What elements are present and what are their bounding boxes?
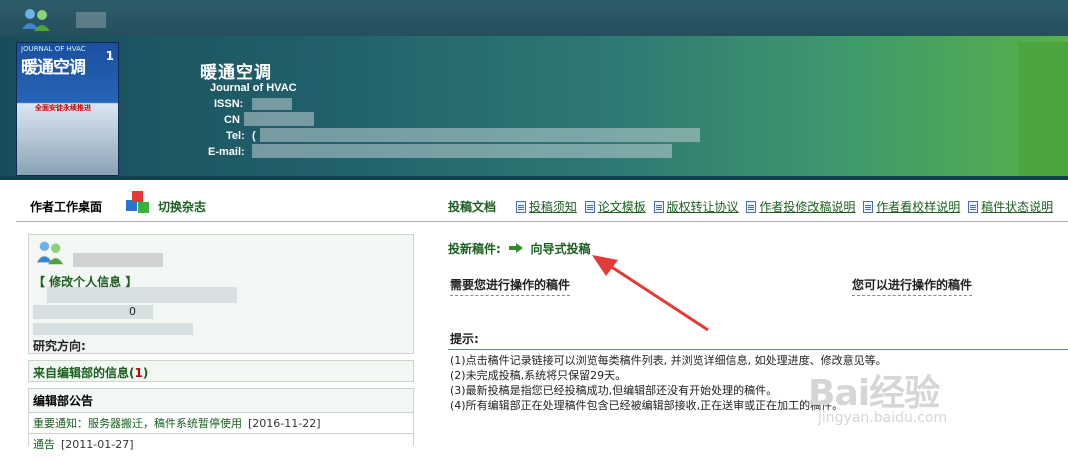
banner-divider: [0, 176, 1068, 180]
profile-digit: 0: [129, 305, 136, 318]
tips-list: (1)点击稿件记录链接可以浏览每类稿件列表, 并浏览详细信息, 如处理进度、修改…: [448, 350, 1068, 413]
author-name-blurred: [73, 253, 163, 267]
tip-item: (2)未完成投稿,系统将只保留29天。: [450, 369, 627, 382]
document-icon: [515, 201, 526, 213]
notices-box: 编辑部公告 重要通知：服务器搬迁，稿件系统暂停使用 [2016-11-22] 通告…: [28, 388, 414, 454]
document-icon: [968, 201, 979, 213]
cn-blurred: [244, 112, 314, 126]
banner-edge: [1018, 42, 1068, 180]
users-icon: [22, 9, 50, 31]
doc-link-copyright[interactable]: 版权转让协议: [667, 200, 739, 214]
issn-label: ISSN:: [214, 98, 244, 110]
new-submission-row: 投新稿件: 向导式投稿: [448, 240, 590, 257]
messages-label[interactable]: 来自编辑部的信息(: [33, 366, 135, 380]
notices-title: 编辑部公告: [33, 394, 94, 408]
notice-item[interactable]: 通告 [2011-01-27]: [29, 433, 413, 454]
doc-link-guidelines[interactable]: 投稿须知: [529, 200, 577, 214]
profile-line-blurred: [33, 323, 193, 335]
blocks-icon[interactable]: [124, 190, 154, 214]
tel-blurred: [260, 128, 700, 142]
tel-label: Tel:: [226, 130, 245, 142]
new-submission-label: 投新稿件:: [448, 242, 501, 256]
messages-box[interactable]: 来自编辑部的信息(1): [28, 360, 414, 382]
journal-cover-image: JOURNAL OF HVAC 暖通空调 1 全面安徒永续推进: [16, 42, 119, 176]
messages-title[interactable]: 来自编辑部的信息(1): [29, 361, 413, 384]
journal-name-cn: 暖通空调: [200, 63, 272, 83]
manuscripts-need-action-title: 需要您进行操作的稿件: [450, 276, 571, 296]
profile-panel: 【 修改个人信息 】 0 研究方向:: [28, 234, 414, 354]
doc-link-proof[interactable]: 作者看校样说明: [876, 200, 960, 214]
tip-item: (3)最新投稿是指您已经投稿成功,但编辑部还没有开始处理的稿件。: [450, 384, 778, 397]
document-icon: [584, 201, 595, 213]
document-icon: [746, 201, 757, 213]
notice-date: [2016-11-22]: [248, 417, 321, 430]
arrow-right-icon: [508, 243, 523, 253]
tel-prefix: (: [252, 130, 256, 142]
notice-date: [2011-01-27]: [61, 438, 134, 451]
submission-docs: 投稿文档 投稿须知 论文模板 版权转让协议 作者投修改稿说明 作者看校样说明 稿…: [448, 198, 1057, 215]
guided-submission-link[interactable]: 向导式投稿: [530, 242, 590, 256]
tip-item: (1)点击稿件记录链接可以浏览每类稿件列表, 并浏览详细信息, 如处理进度、修改…: [450, 354, 887, 367]
research-label: 研究方向:: [33, 339, 86, 353]
baidu-jingyan-watermark: Bai经验 jingyan.baidu.com: [808, 364, 947, 426]
notice-link[interactable]: 重要通知：服务器搬迁，稿件系统暂停使用: [33, 417, 242, 430]
cover-subtitle: JOURNAL OF HVAC: [21, 45, 86, 53]
document-icon: [863, 201, 874, 213]
tips-section: 提示: (1)点击稿件记录链接可以浏览每类稿件列表, 并浏览详细信息, 如处理进…: [448, 328, 1068, 413]
journal-info: 暖通空调: [200, 58, 272, 83]
author-toolbar: 作者工作桌面 切换杂志 投稿文档 投稿须知 论文模板 版权转让协议 作者投修改稿…: [16, 186, 1068, 222]
document-icon: [653, 201, 664, 213]
email-blurred: [252, 144, 672, 158]
doc-link-template[interactable]: 论文模板: [598, 200, 646, 214]
watermark-logo: Bai经验: [808, 373, 940, 414]
notice-link[interactable]: 通告: [33, 438, 55, 451]
cover-title: 暖通空调: [21, 58, 86, 78]
top-bar: [0, 0, 1068, 36]
manuscripts-can-act-title: 您可以进行操作的稿件: [852, 276, 973, 296]
users-icon: [36, 241, 64, 265]
journal-banner: [0, 36, 1068, 180]
email-label: E-mail:: [208, 146, 245, 158]
desk-title: 作者工作桌面: [30, 200, 103, 214]
username-blurred: [76, 12, 106, 28]
messages-close: ): [142, 366, 149, 380]
doc-link-revision[interactable]: 作者投修改稿说明: [759, 200, 855, 214]
watermark-site: jingyan.baidu.com: [818, 410, 948, 426]
cover-issue: 1: [105, 49, 114, 63]
switch-journal-link[interactable]: 切换杂志: [158, 198, 206, 215]
docs-label: 投稿文档: [448, 200, 497, 214]
messages-count[interactable]: 1: [135, 366, 143, 380]
cover-headline: 全面安徒永续推进: [35, 104, 91, 112]
journal-name-en: Journal of HVAC: [210, 82, 297, 94]
cn-label: CN: [224, 114, 240, 126]
tips-title: 提示:: [448, 328, 1068, 350]
profile-line-blurred: [47, 287, 237, 303]
notice-item[interactable]: 重要通知：服务器搬迁，稿件系统暂停使用 [2016-11-22]: [29, 412, 413, 433]
tip-item: (4)所有编辑部正在处理稿件包含已经被编辑部接收,正在送审或正在加工的稿件。: [450, 399, 844, 412]
doc-link-status[interactable]: 稿件状态说明: [981, 200, 1053, 214]
issn-blurred: [252, 98, 292, 110]
